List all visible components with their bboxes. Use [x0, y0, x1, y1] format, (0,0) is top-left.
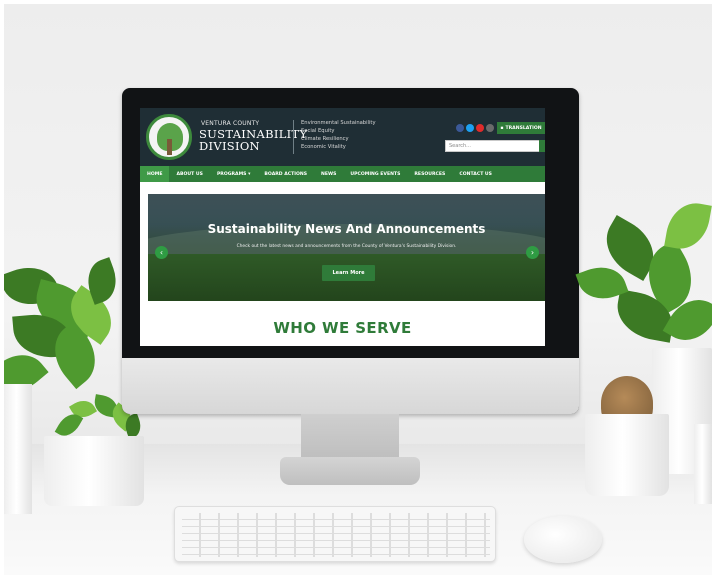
nav-item-contact-us[interactable]: CONTACT US — [452, 166, 499, 182]
globe-icon: ▪ — [500, 125, 504, 131]
nav-item-board-actions[interactable]: BOARD ACTIONS — [257, 166, 314, 182]
translation-button[interactable]: ▪ TRANSLATION — [497, 122, 545, 134]
search-input[interactable]: Search... — [445, 140, 540, 152]
chevron-left-icon[interactable]: ‹ — [155, 246, 168, 259]
desk-scene: VENTURA COUNTY SUSTAINABILITY DIVISION E… — [4, 4, 712, 575]
pillar-item: Social Equity — [301, 128, 335, 134]
brand-county: VENTURA COUNTY — [201, 120, 260, 127]
brand-line2: DIVISION — [199, 139, 260, 153]
twitter-icon[interactable] — [466, 124, 474, 132]
monitor-stand-base — [280, 457, 420, 485]
nav-item-resources[interactable]: RESOURCES — [407, 166, 452, 182]
nav-item-upcoming-events[interactable]: UPCOMING EVENTS — [343, 166, 407, 182]
division-logo[interactable] — [146, 114, 192, 160]
pillar-item: Environmental Sustainability — [301, 120, 376, 126]
chevron-right-icon[interactable]: › — [526, 246, 539, 259]
facebook-icon[interactable] — [456, 124, 464, 132]
edge-pot — [694, 424, 712, 504]
main-nav: HOME ABOUT US PROGRAMS ▾ BOARD ACTIONS N… — [140, 166, 545, 182]
nav-item-about-us[interactable]: ABOUT US — [169, 166, 209, 182]
search-icon[interactable] — [539, 140, 545, 152]
instagram-icon[interactable] — [486, 124, 494, 132]
nav-item-programs[interactable]: PROGRAMS ▾ — [210, 166, 257, 182]
learn-more-button[interactable]: Learn More — [322, 265, 375, 281]
youtube-icon[interactable] — [476, 124, 484, 132]
translation-label: TRANSLATION — [505, 125, 542, 131]
site-header: VENTURA COUNTY SUSTAINABILITY DIVISION E… — [140, 108, 545, 166]
brand-divider — [293, 120, 294, 154]
pillar-item: Climate Resiliency — [301, 136, 349, 142]
hero-subtitle: Check out the latest news and announceme… — [236, 244, 457, 249]
monitor-stand — [301, 414, 399, 462]
mouse — [524, 516, 602, 563]
nav-item-news[interactable]: NEWS — [314, 166, 343, 182]
website-screen: VENTURA COUNTY SUSTAINABILITY DIVISION E… — [140, 108, 545, 346]
pillars-list: Environmental Sustainability Social Equi… — [301, 119, 376, 151]
hero-carousel: Sustainability News And Announcements Ch… — [148, 194, 545, 301]
monitor-chin — [122, 358, 579, 414]
section-heading: WHO WE SERVE — [273, 319, 412, 337]
pillar-item: Economic Vitality — [301, 144, 346, 150]
brand-title: SUSTAINABILITY DIVISION — [199, 128, 307, 152]
hero-title: Sustainability News And Announcements — [207, 222, 486, 236]
nav-item-home[interactable]: HOME — [140, 166, 170, 182]
keyboard — [174, 506, 496, 562]
